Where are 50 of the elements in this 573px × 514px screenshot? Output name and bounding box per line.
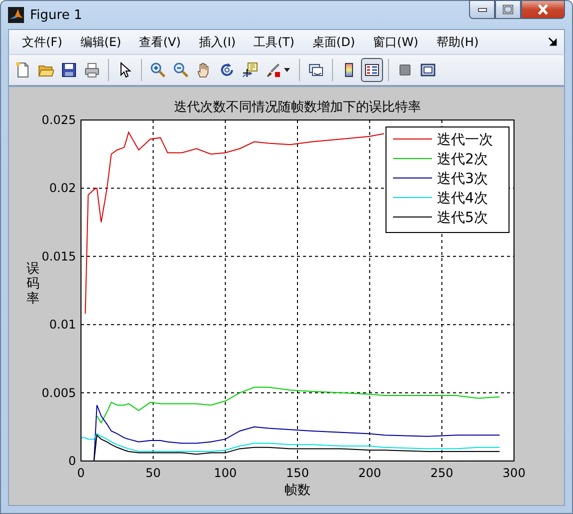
- printer-icon: [84, 62, 100, 78]
- chart-title: 迭代次数不同情况随帧数增加下的误比特率: [174, 100, 421, 115]
- menu-item[interactable]: 文件(F): [15, 32, 70, 52]
- legend-label: 迭代2次: [437, 152, 488, 168]
- y-axis-label: 误码率: [26, 262, 40, 306]
- menu-item[interactable]: 插入(I): [192, 32, 243, 52]
- app-logo-icon: [8, 7, 24, 23]
- menu-item[interactable]: 桌面(D): [305, 32, 362, 52]
- menu-item[interactable]: 窗口(W): [366, 32, 426, 52]
- menu-item[interactable]: 查看(V): [132, 32, 188, 52]
- maximize-button[interactable]: [495, 0, 521, 19]
- legend-label: 迭代3次: [437, 171, 488, 187]
- x-tick-label: 200: [358, 466, 382, 480]
- save-icon: [61, 62, 77, 78]
- linked-plot-icon: [308, 62, 324, 78]
- legend-label: 迭代一次: [437, 132, 493, 148]
- close-button[interactable]: [521, 0, 565, 19]
- hide-panel-icon: [397, 62, 413, 78]
- y-tick-label: 0.01: [49, 318, 76, 332]
- menu-item[interactable]: 编辑(E): [73, 32, 128, 52]
- menu-item[interactable]: 帮助(H): [429, 32, 486, 52]
- zoom-out-icon: [173, 62, 189, 78]
- window-title: Figure 1: [30, 8, 84, 22]
- legend-label: 迭代5次: [437, 210, 488, 226]
- rotate-icon: [219, 62, 235, 78]
- new-file-icon: [15, 62, 31, 78]
- close-icon: [535, 2, 551, 18]
- x-tick-label: 300: [502, 466, 526, 480]
- show-panel-icon: [420, 62, 436, 78]
- y-tick-label: 0: [68, 454, 76, 468]
- x-tick-label: 250: [430, 466, 454, 480]
- y-tick-label: 0.015: [42, 249, 76, 264]
- x-tick-label: 150: [286, 466, 309, 480]
- legend-label: 迭代4次: [437, 190, 488, 206]
- y-tick-label: 0.025: [42, 113, 76, 127]
- legend-button[interactable]: [361, 58, 383, 82]
- x-tick-label: 100: [214, 466, 237, 480]
- menu-item[interactable]: 工具(T): [246, 32, 302, 52]
- legend-icon: [364, 62, 380, 78]
- minimize-button[interactable]: [469, 0, 495, 19]
- brush-icon: [265, 62, 281, 78]
- x-tick-label: 50: [146, 466, 161, 480]
- zoom-in-icon: [150, 62, 166, 78]
- x-tick-label: 0: [77, 466, 85, 480]
- minimize-icon: [478, 8, 486, 12]
- data-cursor-icon: [242, 62, 258, 78]
- x-axis-label: 帧数: [284, 483, 310, 498]
- dock-arrow-icon[interactable]: [548, 37, 558, 47]
- y-tick-label: 0.02: [49, 181, 76, 196]
- y-tick-label: 0.005: [42, 386, 76, 400]
